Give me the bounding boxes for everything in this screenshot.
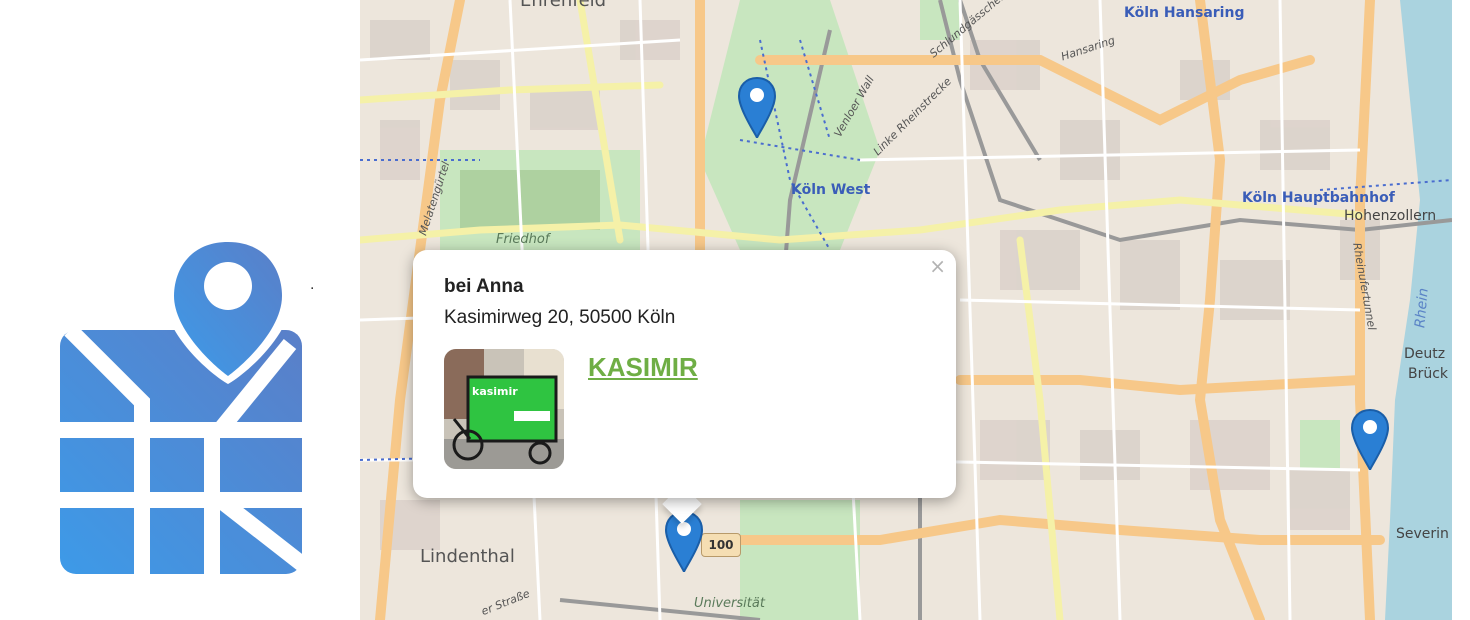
label-deutz: Deutz [1404,346,1446,362]
road-shield: 100 [701,533,741,557]
popup-address: Kasimirweg 20, 50500 Köln [444,307,676,328]
label-bruck: Brück [1408,366,1449,382]
map-pin-icon[interactable] [737,76,777,140]
map-pin-icon[interactable] [1350,408,1390,472]
label-koeln-hansaring: Köln Hansaring [1124,5,1245,21]
label-ehrenfeld: Ehrenfeld [520,0,607,11]
stray-dot: . [310,276,315,293]
label-koeln-hbf: Köln Hauptbahnhof [1242,190,1395,206]
photo-sign-text: kasimir [472,385,518,398]
label-universitaet: Universität [694,596,765,611]
label-lindenthal: Lindenthal [420,546,515,567]
cargo-bike-photo[interactable]: kasimir [444,349,564,469]
label-severin: Severin [1396,526,1449,542]
label-hohenzollern: Hohenzollern [1344,208,1437,224]
label-koeln-west: Köln West [791,182,871,198]
kasimir-link[interactable]: KASIMIR [588,352,698,383]
close-icon[interactable]: × [929,256,946,276]
app-logo-map-icon [60,234,307,574]
popup-title: bei Anna [444,276,524,297]
label-friedhof: Friedhof [496,232,550,247]
map-popup: × bei Anna Kasimirweg 20, 50500 Köln kas… [413,250,956,498]
